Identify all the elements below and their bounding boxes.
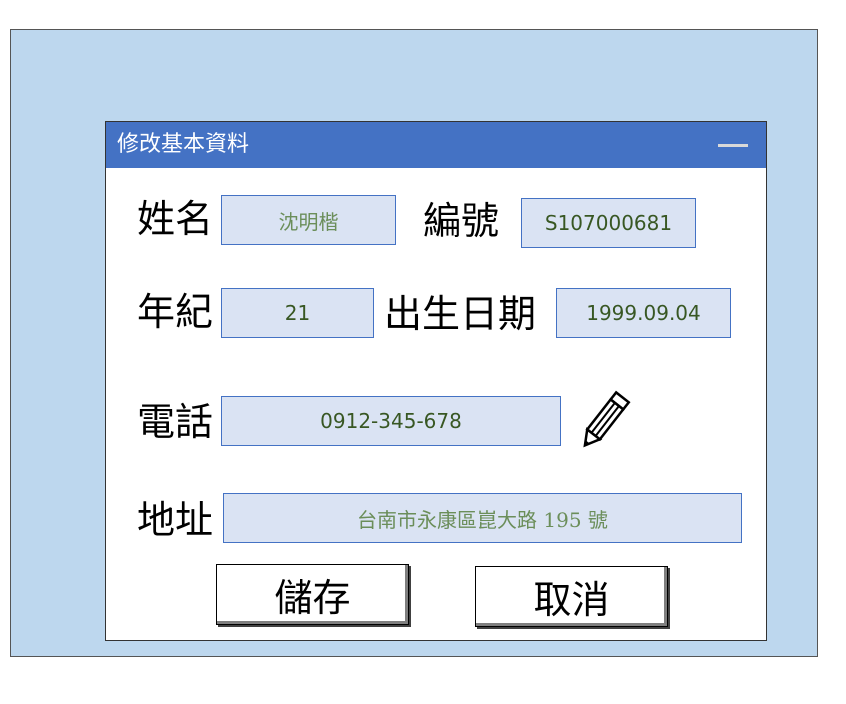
- pencil-icon[interactable]: [576, 390, 632, 452]
- birthdate-label: 出生日期: [384, 292, 537, 336]
- cancel-button[interactable]: 取消: [475, 566, 668, 627]
- phone-label: 電話: [137, 400, 214, 444]
- app-background: 修改基本資料 姓名 沈明楷 編號 S107000681 年紀 21 出生日期 1…: [10, 29, 818, 657]
- address-label: 地址: [137, 498, 214, 542]
- age-label: 年紀: [137, 290, 214, 334]
- age-field[interactable]: 21: [221, 288, 374, 338]
- dialog-titlebar: 修改基本資料: [106, 122, 766, 168]
- id-field[interactable]: S107000681: [521, 198, 696, 248]
- name-field[interactable]: 沈明楷: [221, 195, 396, 245]
- dialog-title: 修改基本資料: [117, 132, 250, 157]
- name-label: 姓名: [137, 197, 214, 241]
- minimize-icon[interactable]: [718, 144, 748, 147]
- id-label: 編號: [423, 199, 500, 243]
- address-field[interactable]: 台南市永康區崑大路 195 號: [223, 493, 742, 543]
- edit-profile-dialog: 修改基本資料 姓名 沈明楷 編號 S107000681 年紀 21 出生日期 1…: [105, 121, 767, 641]
- save-button[interactable]: 儲存: [216, 564, 409, 625]
- birthdate-field[interactable]: 1999.09.04: [556, 288, 731, 338]
- phone-field[interactable]: 0912-345-678: [221, 396, 561, 446]
